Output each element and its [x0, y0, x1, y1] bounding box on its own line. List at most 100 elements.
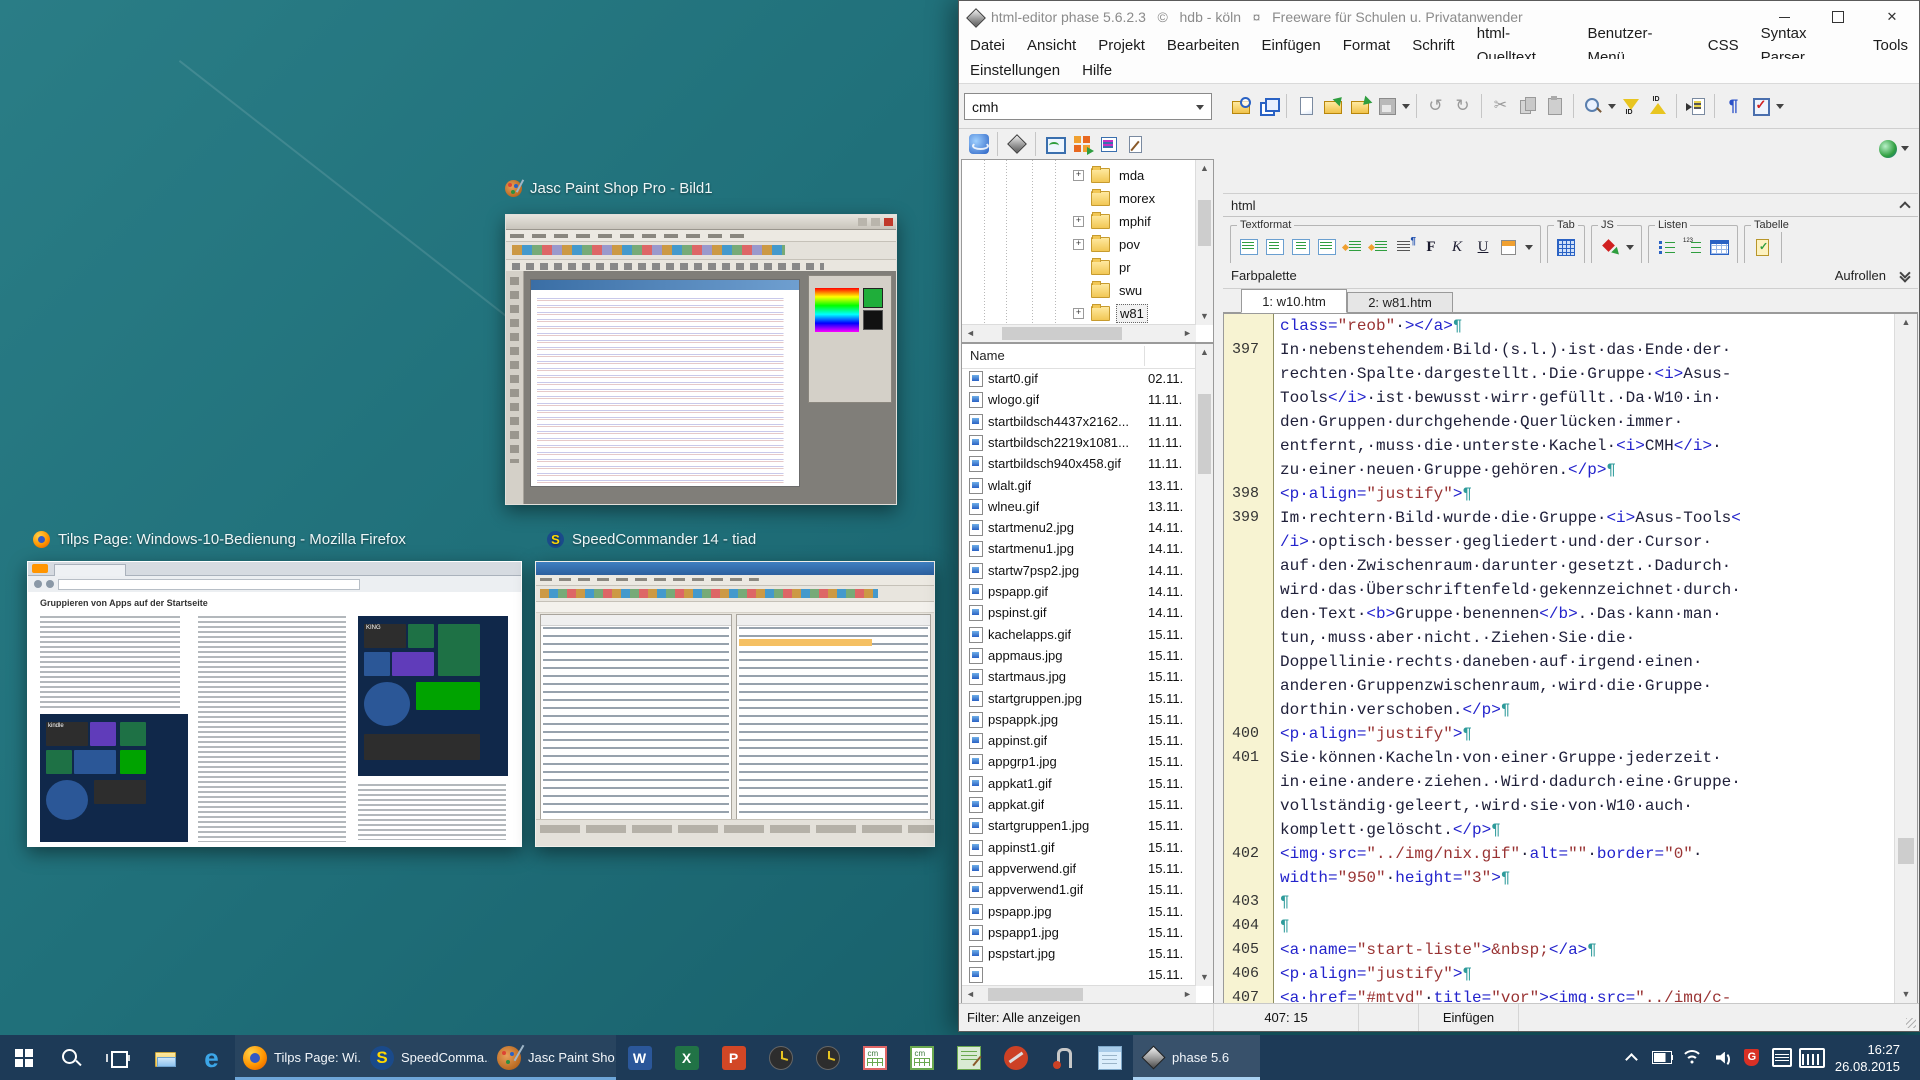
file-row[interactable]: startbildsch940x458.gif11.11.	[962, 453, 1196, 474]
file-row[interactable]: startmaus.jpg15.11.	[962, 666, 1196, 687]
toolbar-openfolder-button[interactable]	[1319, 93, 1346, 120]
file-row[interactable]: pspapp1.jpg15.11.	[962, 922, 1196, 943]
taskbar-button-powerpoint[interactable]	[710, 1035, 757, 1080]
treebar-disk-button[interactable]	[1095, 131, 1122, 158]
format-acenter-button[interactable]	[1263, 235, 1287, 259]
folder-tree[interactable]: +mdamorex+mphif+povprswu+w81 ▲ ▼ ◄ ►	[961, 159, 1214, 343]
collapse-up-icon[interactable]	[1900, 200, 1910, 210]
format-aright-button[interactable]	[1289, 235, 1313, 259]
file-row[interactable]: appverwend.gif15.11.	[962, 858, 1196, 879]
format-u-button[interactable]: U	[1471, 235, 1495, 259]
file-row[interactable]: wlneu.gif13.11.	[962, 496, 1196, 517]
tree-expand-icon[interactable]: +	[1073, 216, 1084, 227]
taskbar-button-notepad[interactable]	[1086, 1035, 1133, 1080]
menu-item-format[interactable]: Format	[1332, 34, 1402, 58]
keyboard-icon[interactable]	[1797, 1035, 1827, 1080]
chevron-down-icon[interactable]	[1774, 93, 1785, 120]
taskbar-button-clock1[interactable]	[757, 1035, 804, 1080]
treebar-docpen-button[interactable]	[1122, 131, 1149, 158]
tree-item-swu[interactable]: swu	[962, 280, 1213, 300]
expand-down-icon[interactable]	[1900, 273, 1910, 283]
chevron-down-icon[interactable]	[1624, 234, 1635, 261]
tree-expand-icon[interactable]: +	[1073, 170, 1084, 181]
menu-item-einstellungen[interactable]: Einstellungen	[959, 59, 1071, 83]
file-list-horizontal-scrollbar[interactable]: ◄ ►	[962, 985, 1196, 1003]
toolbar-winstack-button[interactable]	[1254, 93, 1281, 120]
toolbar-iddown-button[interactable]	[1617, 93, 1644, 120]
taskbar-button-clock2[interactable]	[804, 1035, 851, 1080]
tree-item-morex[interactable]: morex	[962, 188, 1213, 208]
toolbar-undo-button[interactable]	[1422, 93, 1449, 120]
preview-thumbnail-psp[interactable]	[505, 214, 897, 505]
file-row[interactable]: startw7psp2.jpg14.11.	[962, 560, 1196, 581]
toolbar-idup-button[interactable]	[1644, 93, 1671, 120]
file-row[interactable]: wlalt.gif13.11.	[962, 475, 1196, 496]
code-editor[interactable]: class="reob"·></a>¶397In·nebenstehendem·…	[1223, 313, 1918, 1004]
preview-browser-button[interactable]	[1879, 135, 1910, 162]
toolbar-validate-button[interactable]	[1747, 93, 1774, 120]
toolbar-pilcrow-button[interactable]	[1720, 93, 1747, 120]
format-hilite-button[interactable]	[1497, 235, 1521, 259]
tree-item-mphif[interactable]: +mphif	[962, 211, 1213, 231]
menu-item-datei[interactable]: Datei	[959, 34, 1016, 58]
file-row[interactable]: appkat.gif15.11.	[962, 794, 1196, 815]
taskbar-button-start[interactable]	[0, 1035, 47, 1080]
file-row[interactable]: appinst.gif15.11.	[962, 730, 1196, 751]
tree-item-pr[interactable]: pr	[962, 257, 1213, 277]
file-row[interactable]: 15.11.	[962, 964, 1196, 985]
file-row[interactable]: pspapp.jpg15.11.	[962, 901, 1196, 922]
format-tdoc-button[interactable]	[1751, 235, 1775, 259]
format-aleft-button[interactable]	[1237, 235, 1261, 259]
tab-1-w10-htm[interactable]: 1: w10.htm	[1241, 289, 1347, 313]
file-row[interactable]: wlogo.gif11.11.	[962, 389, 1196, 410]
file-row[interactable]: appgrp1.jpg15.11.	[962, 751, 1196, 772]
volume-icon[interactable]	[1707, 1035, 1737, 1080]
taskbar-button-cmred[interactable]	[851, 1035, 898, 1080]
menu-item-css[interactable]: CSS	[1697, 34, 1750, 58]
toolbar-lens-button[interactable]	[1579, 93, 1606, 120]
taskbar-button-speedcomma[interactable]: SpeedComma...	[362, 1035, 489, 1080]
taskbar-button-cmgreen[interactable]	[898, 1035, 945, 1080]
menu-item-einf-gen[interactable]: Einfügen	[1250, 34, 1331, 58]
toolbar-openfolder2-button[interactable]	[1346, 93, 1373, 120]
taskbar-button-redtool[interactable]	[992, 1035, 1039, 1080]
chevron-down-icon[interactable]	[1523, 234, 1534, 261]
format-tablegrid-button[interactable]	[1707, 235, 1731, 259]
taskbar-button-explorer[interactable]	[141, 1035, 188, 1080]
tab-2-w81-htm[interactable]: 2: w81.htm	[1347, 292, 1453, 313]
file-row[interactable]: appkat1.gif15.11.	[962, 773, 1196, 794]
preview-thumbnail-firefox[interactable]: Gruppieren von Apps auf der Startseite k…	[27, 561, 522, 847]
code-vertical-scrollbar[interactable]: ▲ ▼	[1894, 314, 1917, 1003]
taskbar-button-cliptool[interactable]	[1039, 1035, 1086, 1080]
toolbar-goto-button[interactable]	[1682, 93, 1709, 120]
tree-vertical-scrollbar[interactable]: ▲ ▼	[1195, 160, 1213, 325]
format-f-button[interactable]: F	[1419, 235, 1443, 259]
preview-thumbnail-speedcommander[interactable]	[535, 561, 935, 847]
format-k-button[interactable]: K	[1445, 235, 1469, 259]
toolbar-paste-button[interactable]	[1541, 93, 1568, 120]
file-row[interactable]: pspstart.jpg15.11.	[962, 943, 1196, 964]
format-ajust-button[interactable]	[1315, 235, 1339, 259]
menu-item-projekt[interactable]: Projekt	[1087, 34, 1156, 58]
format-tabgrid-button[interactable]	[1554, 235, 1578, 259]
file-list-vertical-scrollbar[interactable]: ▲ ▼	[1195, 344, 1213, 986]
tree-horizontal-scrollbar[interactable]: ◄ ►	[962, 324, 1196, 342]
file-row[interactable]: start0.gif02.11.	[962, 368, 1196, 389]
toolbar-redo-button[interactable]	[1449, 93, 1476, 120]
file-row[interactable]: startbildsch2219x1081...11.11.	[962, 432, 1196, 453]
format-indminus-button[interactable]	[1367, 235, 1391, 259]
file-row[interactable]: startgruppen.jpg15.11.	[962, 688, 1196, 709]
file-row[interactable]: startgruppen1.jpg15.11.	[962, 815, 1196, 836]
menu-item-schrift[interactable]: Schrift	[1401, 34, 1466, 58]
file-row[interactable]: kachelapps.gif15.11.	[962, 624, 1196, 645]
taskbar-button-search[interactable]	[47, 1035, 94, 1080]
toolbar-save-button[interactable]	[1373, 93, 1400, 120]
file-row[interactable]: pspappk.jpg15.11.	[962, 709, 1196, 730]
treebar-imgchart-button[interactable]	[1041, 131, 1068, 158]
panel-splitter[interactable]	[1214, 129, 1223, 1004]
toolbar-browse-button[interactable]	[1227, 93, 1254, 120]
treebar-ie-button[interactable]	[965, 131, 992, 158]
comment-icon[interactable]	[1767, 1035, 1797, 1080]
menu-item-tools[interactable]: Tools	[1862, 34, 1919, 58]
html-section-header[interactable]: html	[1223, 193, 1918, 217]
